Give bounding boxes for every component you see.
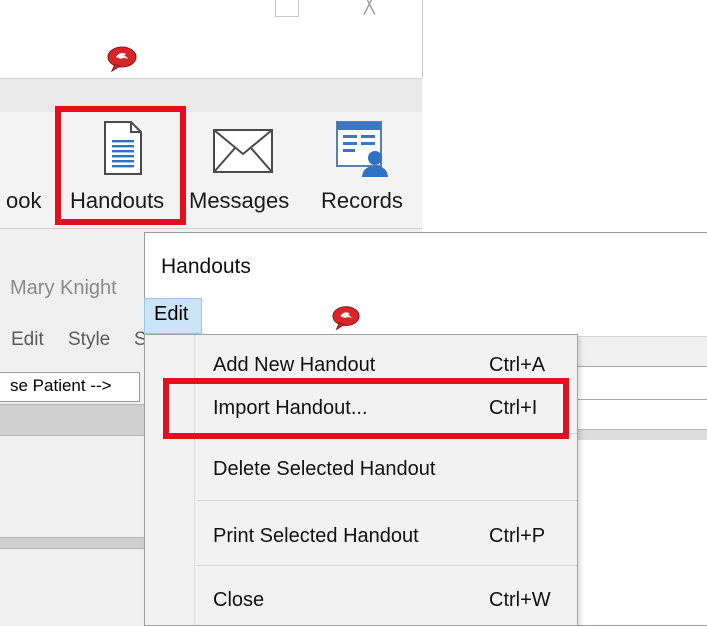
minimize-button[interactable] [275, 0, 299, 17]
background-gray-bar [0, 404, 145, 436]
menu-item-label: Print Selected Handout [213, 525, 419, 547]
envelope-icon[interactable] [212, 128, 274, 174]
divider [0, 228, 422, 229]
title-bar: ╳ [0, 0, 423, 78]
menu-item-delete-selected-handout[interactable]: Delete Selected Handout [145, 434, 577, 500]
toolbar-label-messages[interactable]: Messages [189, 188, 289, 214]
menu-item-label: Close [213, 589, 265, 611]
toolbar-strip [577, 336, 707, 368]
patient-select[interactable]: se Patient --> [0, 372, 140, 402]
menu-item-label: Add New Handout [213, 354, 376, 376]
menu-item-label: Delete Selected Handout [213, 458, 436, 480]
close-button[interactable]: ╳ [364, 0, 375, 15]
menu-item-shortcut: Ctrl+W [489, 589, 551, 611]
handouts-window-title: Handouts [161, 255, 251, 278]
notification-bubble-icon[interactable] [331, 305, 361, 331]
patient-record-icon[interactable] [335, 120, 391, 178]
toolbar: ook Handouts Messages Records [0, 106, 422, 229]
menu-item-shortcut: Ctrl+A [489, 354, 546, 376]
import-highlight-box [163, 378, 569, 439]
background-menu-style[interactable]: Style [68, 329, 110, 351]
divider-strip [577, 429, 707, 440]
edit-dropdown-menu: Add New Handout Ctrl+A Import Handout...… [144, 334, 578, 626]
input-strip [577, 366, 707, 400]
menu-item-print-selected-handout[interactable]: Print Selected Handout Ctrl+P [145, 501, 577, 565]
menu-edit[interactable]: Edit [144, 298, 202, 334]
menu-item-close[interactable]: Close Ctrl+W [145, 566, 577, 626]
toolbar-label-records[interactable]: Records [321, 188, 403, 214]
handouts-highlight-box [55, 106, 186, 225]
patient-name: Mary Knight [10, 277, 117, 299]
background-scrollbar [0, 537, 145, 549]
menu-item-shortcut: Ctrl+P [489, 525, 546, 547]
background-menu-edit[interactable]: Edit [11, 329, 44, 351]
toolbar-label-book[interactable]: ook [6, 188, 41, 214]
notification-bubble-icon[interactable] [106, 46, 138, 72]
